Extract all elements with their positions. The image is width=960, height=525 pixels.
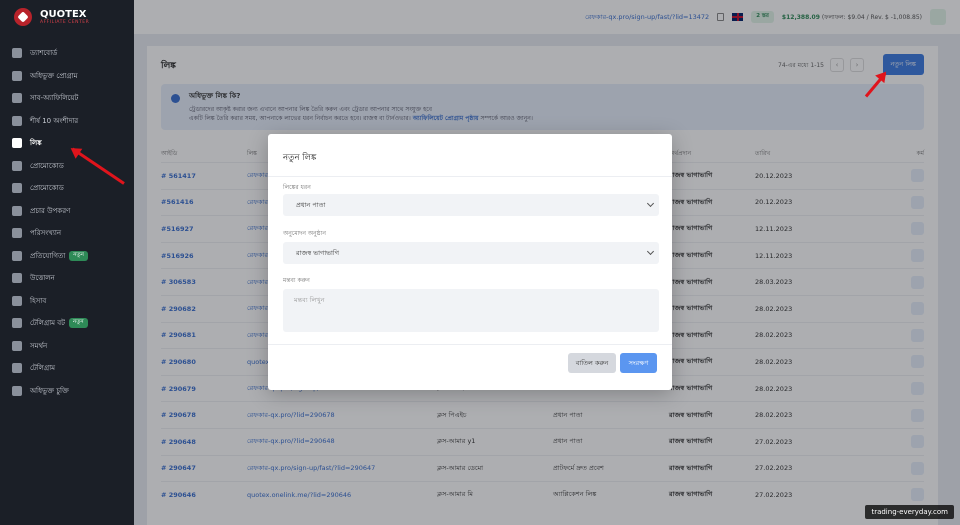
approval-select[interactable]: রাজস্ব ভাগাভাগি [283, 242, 659, 264]
save-button[interactable]: সংরক্ষণ [620, 353, 657, 373]
telegram-icon [12, 363, 22, 374]
new-badge: নতুন [68, 318, 88, 329]
chart-icon [12, 115, 22, 126]
toggle-icon [12, 183, 22, 194]
sidebar-item-12[interactable]: টেলিগ্রাম বট নতুন [0, 312, 134, 335]
sidebar-item-13[interactable]: সমর্থন [0, 335, 134, 358]
sidebar-item-1[interactable]: অধিভুক্ত প্রোগ্রাম [0, 65, 134, 88]
watermark: trading-everyday.com [865, 505, 954, 519]
headset-icon [12, 340, 22, 351]
sidebar-nav: ড্যাশবোর্ড অধিভুক্ত প্রোগ্রাম সাব-অ্যাফিলি… [0, 42, 134, 402]
sidebar-item-15[interactable]: অধিভুক্ত চুক্তি [0, 380, 134, 403]
brand-name: QUOTEX [40, 8, 87, 20]
sidebar-item-3[interactable]: শীর্ষ 10 অংশীদার [0, 110, 134, 133]
approval-label: অনুমোদন অনুষ্ঠান [283, 230, 326, 237]
sidebar-item-7[interactable]: প্রচার উপকরণ [0, 200, 134, 223]
pie-icon [12, 228, 22, 239]
comment-label: মন্তব্য করুন [283, 277, 310, 284]
sidebar-item-14[interactable]: টেলিগ্রাম [0, 357, 134, 380]
cancel-button[interactable]: বাতিল করুন [568, 353, 616, 373]
modal-title: নতুন লিঙ্ক [283, 153, 317, 163]
chevron-down-icon [646, 247, 655, 256]
new-link-modal: নতুন লিঙ্ক লিঙ্কের ধরন প্রধান পাতা অনুমো… [268, 134, 672, 390]
trophy-icon [12, 250, 22, 261]
sidebar-item-label: প্রতিযোগিতা [30, 251, 66, 260]
sidebar-item-label: সমর্থন [30, 341, 48, 350]
sidebar-item-11[interactable]: হিসাব [0, 290, 134, 313]
approval-value: রাজস্ব ভাগাভাগি [296, 248, 340, 257]
sidebar-item-label: উত্তোলন [30, 274, 55, 283]
sidebar-item-0[interactable]: ড্যাশবোর্ড [0, 42, 134, 65]
sidebar-item-label: সাব-অ্যাফিলিয়েট [30, 94, 79, 103]
wallet-icon [12, 273, 22, 284]
sidebar-item-10[interactable]: উত্তোলন [0, 267, 134, 290]
link-type-label: লিঙ্কের ধরন [283, 184, 311, 191]
brand-subtitle: AFFILIATE CENTER [40, 19, 90, 25]
sidebar-item-label: প্রোমোকোড [30, 161, 64, 170]
link-icon [12, 138, 22, 149]
sidebar-item-label: ড্যাশবোর্ড [30, 49, 58, 58]
sidebar-item-8[interactable]: পরিসংখ্যান [0, 222, 134, 245]
sidebar-item-9[interactable]: প্রতিযোগিতা নতুন [0, 245, 134, 268]
sidebar-item-label: অধিভুক্ত চুক্তি [30, 386, 69, 395]
comment-textarea[interactable] [283, 289, 659, 332]
sidebar-item-2[interactable]: সাব-অ্যাফিলিয়েট [0, 87, 134, 110]
sidebar-item-label: লিঙ্ক [30, 139, 42, 148]
sidebar: QUOTEX AFFILIATE CENTER ড্যাশবোর্ড অধিভুক… [0, 0, 134, 525]
chevron-down-icon [646, 199, 655, 208]
contract-icon [12, 385, 22, 396]
promo-icon [12, 205, 22, 216]
sidebar-item-6[interactable]: প্রোমোকোড [0, 177, 134, 200]
dashboard-icon [12, 48, 22, 59]
brand[interactable]: QUOTEX AFFILIATE CENTER [0, 0, 134, 34]
bot-icon [12, 318, 22, 329]
sidebar-item-label: টেলিগ্রাম [30, 364, 56, 373]
sidebar-item-label: হিসাব [30, 296, 47, 305]
sidebar-item-label: টেলিগ্রাম বট [30, 319, 65, 328]
user-icon [12, 295, 22, 306]
sidebar-item-label: প্রোমোকোড [30, 184, 64, 193]
new-badge: নতুন [69, 250, 88, 261]
sidebar-item-5[interactable]: প্রোমোকোড [0, 155, 134, 178]
modal-divider-top [268, 176, 672, 177]
link-type-value: প্রধান পাতা [296, 200, 326, 209]
box-icon [12, 160, 22, 171]
sidebar-item-label: অধিভুক্ত প্রোগ্রাম [30, 71, 78, 80]
program-icon [12, 70, 22, 81]
modal-divider-bottom [268, 344, 672, 345]
sidebar-item-label: প্রচার উপকরণ [30, 206, 71, 215]
sidebar-item-label: শীর্ষ 10 অংশীদার [30, 116, 79, 125]
sidebar-item-label: পরিসংখ্যান [30, 229, 62, 238]
link-type-select[interactable]: প্রধান পাতা [283, 194, 659, 216]
quotex-logo-icon [14, 8, 32, 26]
send-icon [12, 93, 22, 104]
